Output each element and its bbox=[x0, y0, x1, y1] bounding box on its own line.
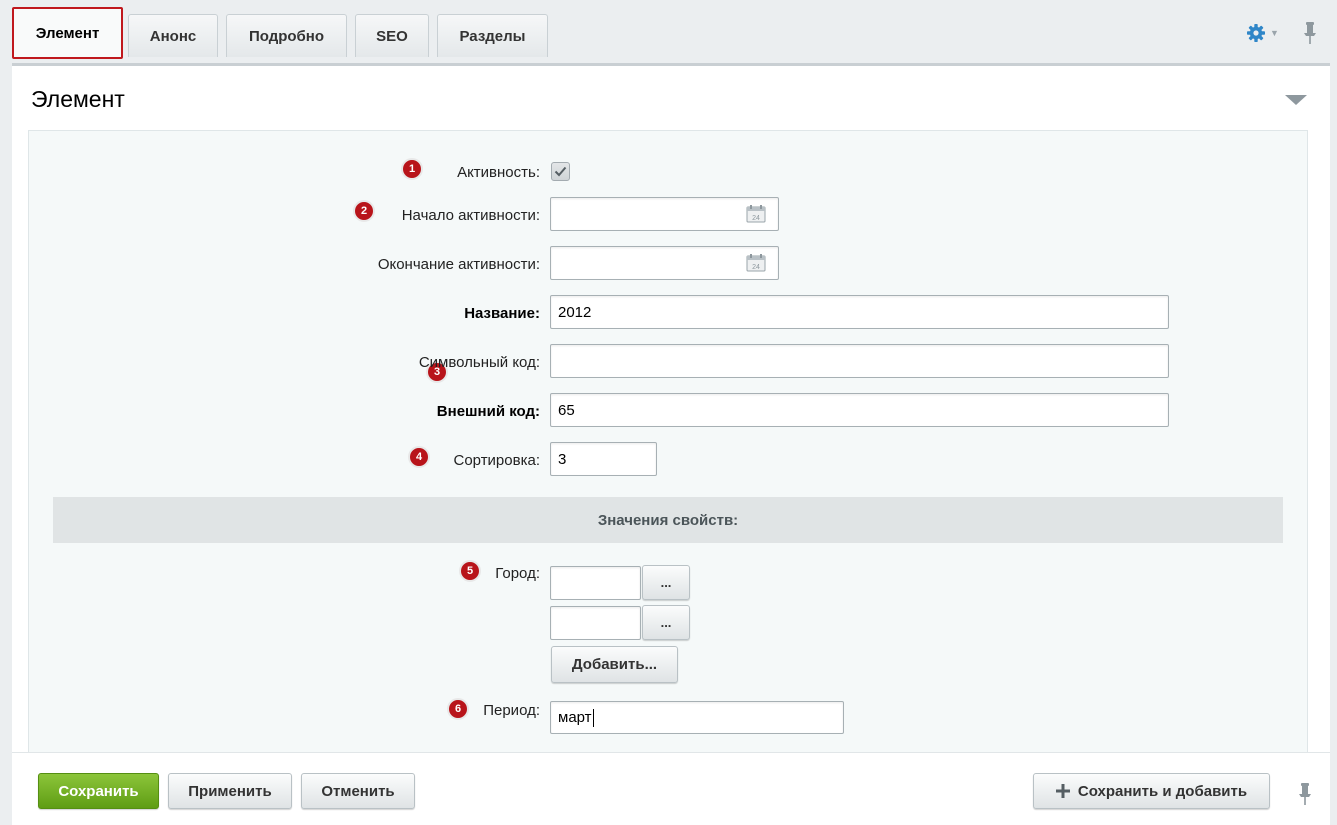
active-from-label: Начало активности: bbox=[401, 207, 540, 224]
save-and-add-button[interactable]: Сохранить и добавить bbox=[1033, 773, 1270, 809]
calendar-icon[interactable]: 24 bbox=[746, 205, 766, 223]
city-label: Город: bbox=[495, 565, 540, 582]
xml-id-input[interactable]: 65 bbox=[550, 393, 1169, 427]
pin-icon[interactable] bbox=[1295, 781, 1315, 807]
save-button[interactable]: Сохранить bbox=[38, 773, 159, 809]
tab-element[interactable]: Элемент bbox=[12, 7, 123, 59]
period-input[interactable]: март bbox=[550, 701, 844, 734]
gear-icon bbox=[1247, 24, 1265, 42]
settings-menu[interactable]: ▼ bbox=[1246, 20, 1286, 46]
text-cursor bbox=[592, 708, 594, 727]
tab-details[interactable]: Подробно bbox=[226, 14, 347, 57]
city-input-1[interactable] bbox=[550, 566, 641, 600]
pin-icon[interactable] bbox=[1300, 20, 1320, 46]
name-label: Название: bbox=[464, 305, 540, 322]
active-checkbox[interactable] bbox=[551, 162, 570, 181]
tab-seo[interactable]: SEO bbox=[355, 14, 429, 57]
triangle-down-icon bbox=[1285, 95, 1307, 105]
period-value: март bbox=[558, 709, 592, 726]
svg-text:24: 24 bbox=[752, 264, 760, 271]
sort-input[interactable]: 3 bbox=[550, 442, 657, 476]
element-panel: Элемент 1 Активность: 2 Начало активност… bbox=[12, 63, 1330, 770]
form-area: 1 Активность: 2 Начало активности: 24 Ок… bbox=[28, 130, 1308, 770]
active-label: Активность: bbox=[457, 164, 540, 181]
save-and-add-label: Сохранить и добавить bbox=[1077, 782, 1248, 800]
active-to-input[interactable]: 24 bbox=[550, 246, 779, 280]
plus-icon bbox=[1055, 784, 1070, 798]
sort-label: Сортировка: bbox=[453, 452, 541, 469]
cancel-button[interactable]: Отменить bbox=[301, 773, 415, 809]
active-to-label: Окончание активности: bbox=[377, 256, 540, 273]
collapse-button[interactable] bbox=[1284, 93, 1308, 107]
apply-button[interactable]: Применить bbox=[168, 773, 292, 809]
tab-anons[interactable]: Анонс bbox=[128, 14, 218, 57]
calendar-icon[interactable]: 24 bbox=[746, 254, 766, 272]
check-icon bbox=[554, 166, 567, 177]
city-browse-button-2[interactable]: ... bbox=[642, 605, 690, 640]
code-input[interactable] bbox=[550, 344, 1169, 378]
tabs-bar: Элемент Анонс Подробно SEO Разделы ▼ bbox=[0, 0, 1337, 66]
xml-id-label: Внешний код: bbox=[436, 403, 540, 420]
city-input-2[interactable] bbox=[550, 606, 641, 640]
city-add-button[interactable]: Добавить... bbox=[551, 646, 678, 683]
name-input[interactable]: 2012 bbox=[550, 295, 1169, 329]
properties-section-header: Значения свойств: bbox=[53, 497, 1283, 543]
svg-text:24: 24 bbox=[752, 215, 760, 222]
page-title: Элемент bbox=[31, 86, 125, 112]
footer-bar: Сохранить Применить Отменить Сохранить и… bbox=[12, 752, 1330, 825]
city-browse-button-1[interactable]: ... bbox=[642, 565, 690, 600]
active-from-input[interactable]: 24 bbox=[550, 197, 779, 231]
code-label: Символьный код: bbox=[418, 354, 540, 371]
chevron-down-icon: ▼ bbox=[1270, 28, 1279, 38]
period-label: Период: bbox=[483, 702, 540, 719]
tab-sections[interactable]: Разделы bbox=[437, 14, 548, 57]
